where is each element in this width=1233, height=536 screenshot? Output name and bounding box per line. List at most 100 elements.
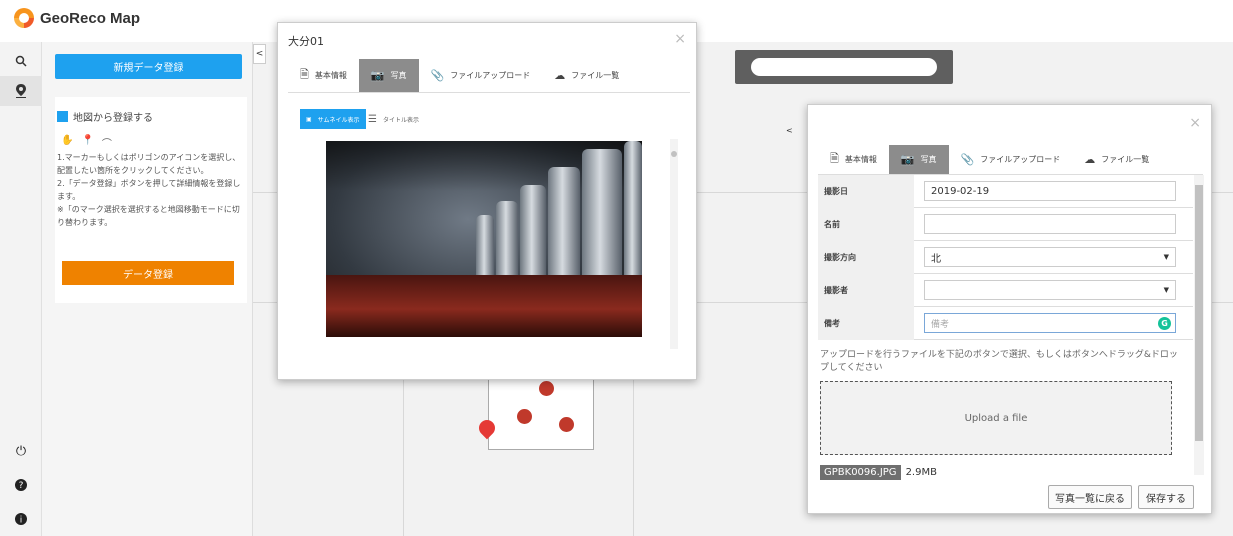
paperclip-icon: 📎 xyxy=(430,69,445,82)
app-title: GeoReco Map xyxy=(40,9,141,27)
paperclip-icon: 📎 xyxy=(960,153,975,166)
save-button[interactable]: 保存する xyxy=(1138,485,1194,509)
map-point-marker[interactable] xyxy=(539,381,554,396)
marker-icon[interactable]: 📍 xyxy=(81,135,93,150)
photo-detail-dialog: × 🗎 基本情報 📷 写真 📎 ファイルアップロード ☁ ファイル一覧 撮影日 … xyxy=(807,104,1212,514)
data-register-button[interactable]: データ登録 xyxy=(62,261,234,285)
remarks-field[interactable]: 備考 G xyxy=(924,313,1176,333)
document-icon: 🗎 xyxy=(830,152,839,165)
scroll-thumb[interactable] xyxy=(671,151,677,157)
photo-tank xyxy=(548,167,580,275)
uploaded-file: GPBK0096.JPG 2.9MB xyxy=(820,465,937,480)
photographer-select[interactable]: ▼ xyxy=(924,280,1176,300)
tab-photo[interactable]: 📷 写真 xyxy=(358,59,419,92)
dialog-tabs: 🗎 基本情報 📷 写真 📎 ファイルアップロード ☁ ファイル一覧 xyxy=(818,145,1203,175)
direction-select[interactable]: 北 ▼ xyxy=(924,247,1176,267)
date-label: 撮影日 xyxy=(818,175,914,208)
photo-tank xyxy=(520,185,546,275)
name-field[interactable] xyxy=(924,214,1176,234)
upload-instructions: アップロードを行うファイルを下記のボタンで選択、もしくはボタンへドラッグ&ドロッ… xyxy=(820,350,1178,373)
view-label: サムネイル表示 xyxy=(317,116,360,124)
form-row-direction: 撮影方向 北 ▼ xyxy=(818,241,1193,274)
form-row-remarks: 備考 備考 G xyxy=(818,307,1193,340)
cloud-icon: ☁ xyxy=(1084,153,1096,166)
collapse-panel-button[interactable]: < xyxy=(253,44,266,64)
title-view-button[interactable]: ☰ タイトル表示 xyxy=(362,109,425,129)
photo-thumbnail[interactable] xyxy=(326,141,642,337)
name-label: 名前 xyxy=(818,208,914,241)
direction-label: 撮影方向 xyxy=(818,241,914,274)
file-name: GPBK0096.JPG xyxy=(820,465,901,480)
register-from-map-label: 地図から登録する xyxy=(73,113,153,124)
photo-scroll-area[interactable] xyxy=(300,139,678,349)
register-from-map-row[interactable]: 地図から登録する xyxy=(57,109,153,124)
photo-tank xyxy=(476,215,494,275)
camera-icon: 📷 xyxy=(900,153,915,166)
tab-photo[interactable]: 📷 写真 xyxy=(888,145,949,174)
remarks-placeholder: 備考 xyxy=(931,319,950,330)
file-size: 2.9MB xyxy=(905,467,937,478)
hand-icon[interactable]: ✋ xyxy=(61,135,73,150)
tab-file-upload[interactable]: 📎 ファイルアップロード xyxy=(419,59,543,92)
search-icon[interactable] xyxy=(0,46,42,76)
new-data-button[interactable]: 新規データ登録 xyxy=(55,54,242,79)
help-icon[interactable]: ? xyxy=(0,474,42,496)
polygon-icon[interactable]: ⌒ xyxy=(102,135,112,150)
svg-text:?: ? xyxy=(19,481,24,491)
image-icon: ▣ xyxy=(306,115,312,123)
tab-label: ファイルアップロード xyxy=(980,155,1061,164)
scroll-thumb[interactable] xyxy=(1195,185,1203,441)
tab-label: 基本情報 xyxy=(314,71,347,80)
form-row-name: 名前 xyxy=(818,208,1193,241)
list-icon: ☰ xyxy=(368,113,377,125)
tab-label: ファイルアップロード xyxy=(450,71,531,80)
map-register-card: 地図から登録する ✋ 📍 ⌒ 1.マーカーもしくはポリゴンのアイコンを選択し、配… xyxy=(55,97,247,303)
thumbnail-view-button[interactable]: ▣ サムネイル表示 xyxy=(300,109,366,129)
map-point-marker[interactable] xyxy=(517,409,532,424)
power-icon[interactable]: ⏻ xyxy=(0,440,42,462)
close-icon[interactable]: × xyxy=(674,31,686,47)
photo-scrollbar[interactable] xyxy=(670,139,678,349)
back-to-photo-list-button[interactable]: 写真一覧に戻る xyxy=(1048,485,1132,509)
icon-sidebar: ⏻ ? i xyxy=(0,42,42,536)
view-label: タイトル表示 xyxy=(382,116,419,124)
map-point-marker[interactable] xyxy=(559,417,574,432)
dropdown-arrow-icon: ▼ xyxy=(1163,253,1169,261)
tab-label: 基本情報 xyxy=(844,155,877,164)
app-logo: GeoReco Map xyxy=(14,8,140,28)
info-icon[interactable]: i xyxy=(0,508,42,530)
direction-value: 北 xyxy=(931,253,941,265)
tab-basic-info[interactable]: 🗎 基本情報 xyxy=(818,145,889,174)
collapse-panel-button[interactable]: < xyxy=(786,126,794,142)
tab-file-list[interactable]: ☁ ファイル一覧 xyxy=(542,59,631,92)
map-search-input[interactable] xyxy=(751,58,937,76)
register-instructions: 1.マーカーもしくはポリゴンのアイコンを選択し、配置したい箇所をクリックしてくだ… xyxy=(57,151,243,229)
form-scrollbar[interactable] xyxy=(1194,175,1204,475)
photo-panel: ▣ サムネイル表示 ☰ タイトル表示 xyxy=(288,99,690,371)
marker-icon[interactable] xyxy=(0,76,42,106)
photo-tank xyxy=(582,149,622,275)
date-field[interactable]: 2019-02-19 xyxy=(924,181,1176,201)
cloud-icon: ☁ xyxy=(554,69,566,82)
tab-label: 写真 xyxy=(920,155,937,164)
camera-icon: 📷 xyxy=(370,69,385,82)
tab-label: ファイル一覧 xyxy=(1101,155,1150,164)
dialog-tabs: 🗎 基本情報 📷 写真 📎 ファイルアップロード ☁ ファイル一覧 xyxy=(288,59,690,93)
map-search-bar[interactable] xyxy=(735,50,953,84)
grammarly-icon[interactable]: G xyxy=(1158,317,1171,330)
dialog-title: 大分01 xyxy=(288,35,324,48)
tab-basic-info[interactable]: 🗎 基本情報 xyxy=(288,59,359,92)
form-row-photographer: 撮影者 ▼ xyxy=(818,274,1193,307)
tab-file-upload[interactable]: 📎 ファイルアップロード xyxy=(949,145,1073,174)
tab-file-list[interactable]: ☁ ファイル一覧 xyxy=(1072,145,1161,174)
dropdown-arrow-icon: ▼ xyxy=(1163,286,1169,294)
register-from-map-checkbox[interactable] xyxy=(57,111,68,122)
floorplan-overlay xyxy=(488,372,594,450)
instruction-line: 2.「データ登録」ボタンを押して詳細情報を登録します。 xyxy=(57,179,241,201)
photographer-label: 撮影者 xyxy=(818,274,914,307)
photo-floor xyxy=(326,275,642,337)
close-icon[interactable]: × xyxy=(1189,115,1201,131)
document-icon: 🗎 xyxy=(300,68,309,81)
upload-dropzone[interactable]: Upload a file xyxy=(820,381,1172,455)
instruction-line: ※「のマーク選択を選択すると地図移動モードに切り替わります。 xyxy=(57,205,240,227)
